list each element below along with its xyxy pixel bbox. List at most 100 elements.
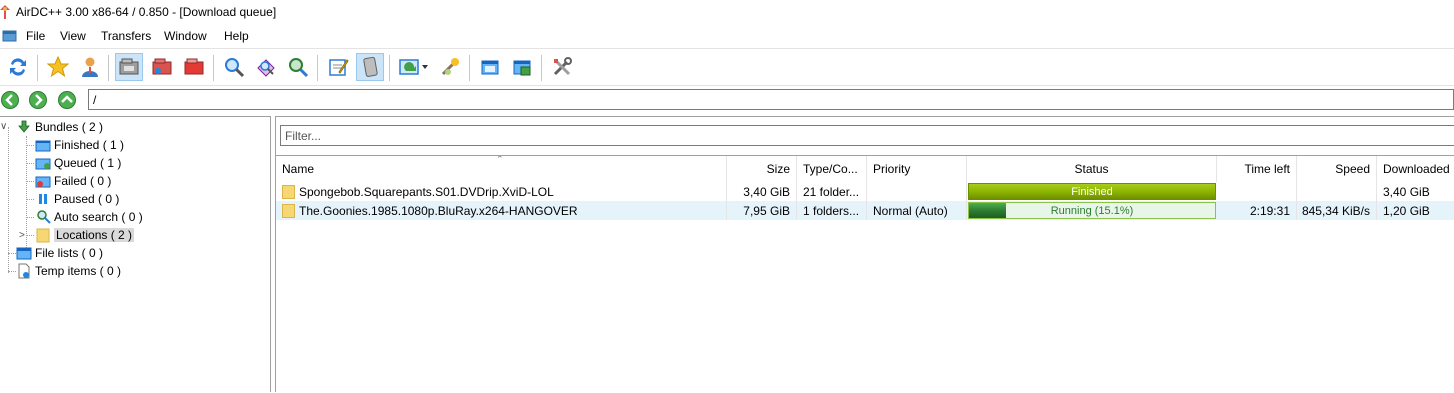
queued-folder-icon (35, 155, 51, 171)
queue-button[interactable] (115, 53, 143, 81)
users-button[interactable] (76, 53, 104, 81)
toolbar-separator (213, 55, 214, 81)
search-button[interactable] (220, 53, 248, 81)
back-button[interactable] (1, 91, 19, 109)
settings-icon (553, 57, 572, 76)
tree-item-label: Auto search ( 0 ) (54, 210, 143, 224)
tree-item-auto-search[interactable]: Auto search ( 0 ) (35, 208, 143, 226)
table-row[interactable]: The.Goonies.1985.1080p.BluRay.x264-HANGO… (276, 201, 1454, 220)
tree-item-paused[interactable]: Paused ( 0 ) (35, 190, 119, 208)
cell-speed: 845,34 KiB/s (1297, 201, 1377, 220)
tree-connector (8, 253, 16, 254)
collapse-bundles-chevron-icon[interactable]: ∨ (0, 121, 7, 132)
tree-connector (26, 235, 34, 236)
column-header-type[interactable]: Type/Co... (797, 156, 867, 182)
search-spy-button[interactable] (284, 53, 312, 81)
cell-time-left (1217, 182, 1297, 201)
column-header-speed[interactable]: Speed (1297, 156, 1377, 182)
notepad-button[interactable] (324, 53, 352, 81)
menu-window[interactable]: Window (164, 29, 207, 43)
address-bar (0, 88, 1454, 112)
cell-name: The.Goonies.1985.1080p.BluRay.x264-HANGO… (276, 201, 727, 220)
toolbar (0, 48, 1454, 86)
tree-item-label: Failed ( 0 ) (54, 174, 112, 188)
cell-type: 21 folder... (797, 182, 867, 201)
column-header-name[interactable]: Name ⌃ (276, 156, 727, 182)
column-header-status[interactable]: Status (967, 156, 1217, 182)
menu-file[interactable]: File (26, 29, 45, 43)
status-progress-bar: Running (15.1%) (968, 202, 1216, 219)
settings-wizard-button[interactable] (436, 53, 464, 81)
folder-icon (282, 203, 295, 218)
cell-priority: Normal (Auto) (867, 201, 967, 220)
adl-search-icon (257, 59, 275, 77)
folder-icon (282, 184, 295, 199)
toolbar-separator (541, 55, 542, 81)
cell-downloaded: 3,40 GiB (1383, 184, 1430, 199)
column-header-downloaded[interactable]: Downloaded (1377, 156, 1454, 182)
tree-item-bundles[interactable]: Bundles ( 2 ) (16, 118, 103, 136)
tree-item-label: Locations ( 2 ) (54, 228, 135, 242)
refresh-share-icon (399, 59, 428, 75)
tree-item-failed[interactable]: Failed ( 0 ) (35, 172, 111, 190)
temp-file-icon (16, 263, 32, 279)
favorite-hubs-button[interactable] (44, 53, 72, 81)
tree-connector (26, 163, 34, 164)
cell-downloaded: 1,20 GiB (1383, 203, 1430, 218)
cell-time-left: 2:19:31 (1217, 201, 1297, 220)
tree-item-finished[interactable]: Finished ( 1 ) (35, 136, 124, 154)
tree-item-label: Bundles ( 2 ) (35, 120, 104, 134)
tree-item-queued[interactable]: Queued ( 1 ) (35, 154, 121, 172)
toolbar-separator (469, 55, 470, 81)
toolbar-separator (389, 55, 390, 81)
menu-transfers[interactable]: Transfers (101, 29, 151, 43)
column-header-size[interactable]: Size (727, 156, 797, 182)
reconnect-icon (10, 58, 26, 76)
tree-connector (8, 271, 16, 272)
toolbar-separator (37, 55, 38, 81)
tree-item-temp-items[interactable]: Temp items ( 0 ) (16, 262, 121, 280)
finished-downloads-icon (152, 58, 172, 75)
column-header-time-left[interactable]: Time left (1217, 156, 1297, 182)
tree-connector (26, 217, 34, 218)
menu-view[interactable]: View (60, 29, 86, 43)
tree-item-locations[interactable]: Locations ( 2 ) (35, 226, 135, 244)
finished-uploads-button[interactable] (180, 53, 208, 81)
reconnect-button[interactable] (4, 53, 32, 81)
sort-ascending-icon: ⌃ (496, 156, 504, 164)
menu-help[interactable]: Help (224, 29, 249, 43)
finished-uploads-icon (184, 58, 204, 75)
status-text: Finished (1071, 185, 1113, 198)
column-header-priority[interactable]: Priority (867, 156, 967, 182)
open-own-list-button[interactable] (508, 53, 536, 81)
failed-folder-icon (35, 173, 51, 189)
toolbar-separator (108, 55, 109, 81)
cell-name: Spongebob.Squarepants.S01.DVDrip.XviD-LO… (276, 182, 727, 201)
tree-item-file-lists[interactable]: File lists ( 0 ) (16, 244, 103, 262)
toolbar-separator (317, 55, 318, 81)
title-bar: AirDC++ 3.00 x86-64 / 0.850 - [Download … (0, 0, 1454, 24)
up-button[interactable] (58, 91, 76, 109)
finished-downloads-button[interactable] (148, 53, 176, 81)
tree-item-label: Queued ( 1 ) (54, 156, 122, 170)
refresh-share-button[interactable] (396, 53, 430, 81)
system-log-button[interactable] (356, 53, 384, 81)
path-input[interactable] (88, 89, 1454, 110)
queue-list-pane: Name ⌃ Size Type/Co... Priority Status T… (275, 116, 1454, 392)
forward-button[interactable] (29, 91, 47, 109)
tree-item-label: Paused ( 0 ) (54, 192, 120, 206)
adl-search-button[interactable] (252, 53, 280, 81)
search-icon (225, 58, 245, 78)
status-progress-bar: Finished (968, 183, 1216, 200)
users-icon (82, 57, 98, 77)
filter-input[interactable] (280, 125, 1454, 146)
expand-locations-chevron-icon[interactable]: > (19, 230, 25, 241)
settings-button[interactable] (548, 53, 576, 81)
tree-item-label: Finished ( 1 ) (54, 138, 125, 152)
open-file-list-button[interactable] (476, 53, 504, 81)
airdc-app-icon (0, 5, 10, 19)
cell-speed (1297, 182, 1377, 201)
table-row[interactable]: Spongebob.Squarepants.S01.DVDrip.XviD-LO… (276, 182, 1454, 201)
mdi-window-icon[interactable] (2, 28, 18, 42)
menu-bar: File View Transfers Window Help (0, 26, 1454, 46)
